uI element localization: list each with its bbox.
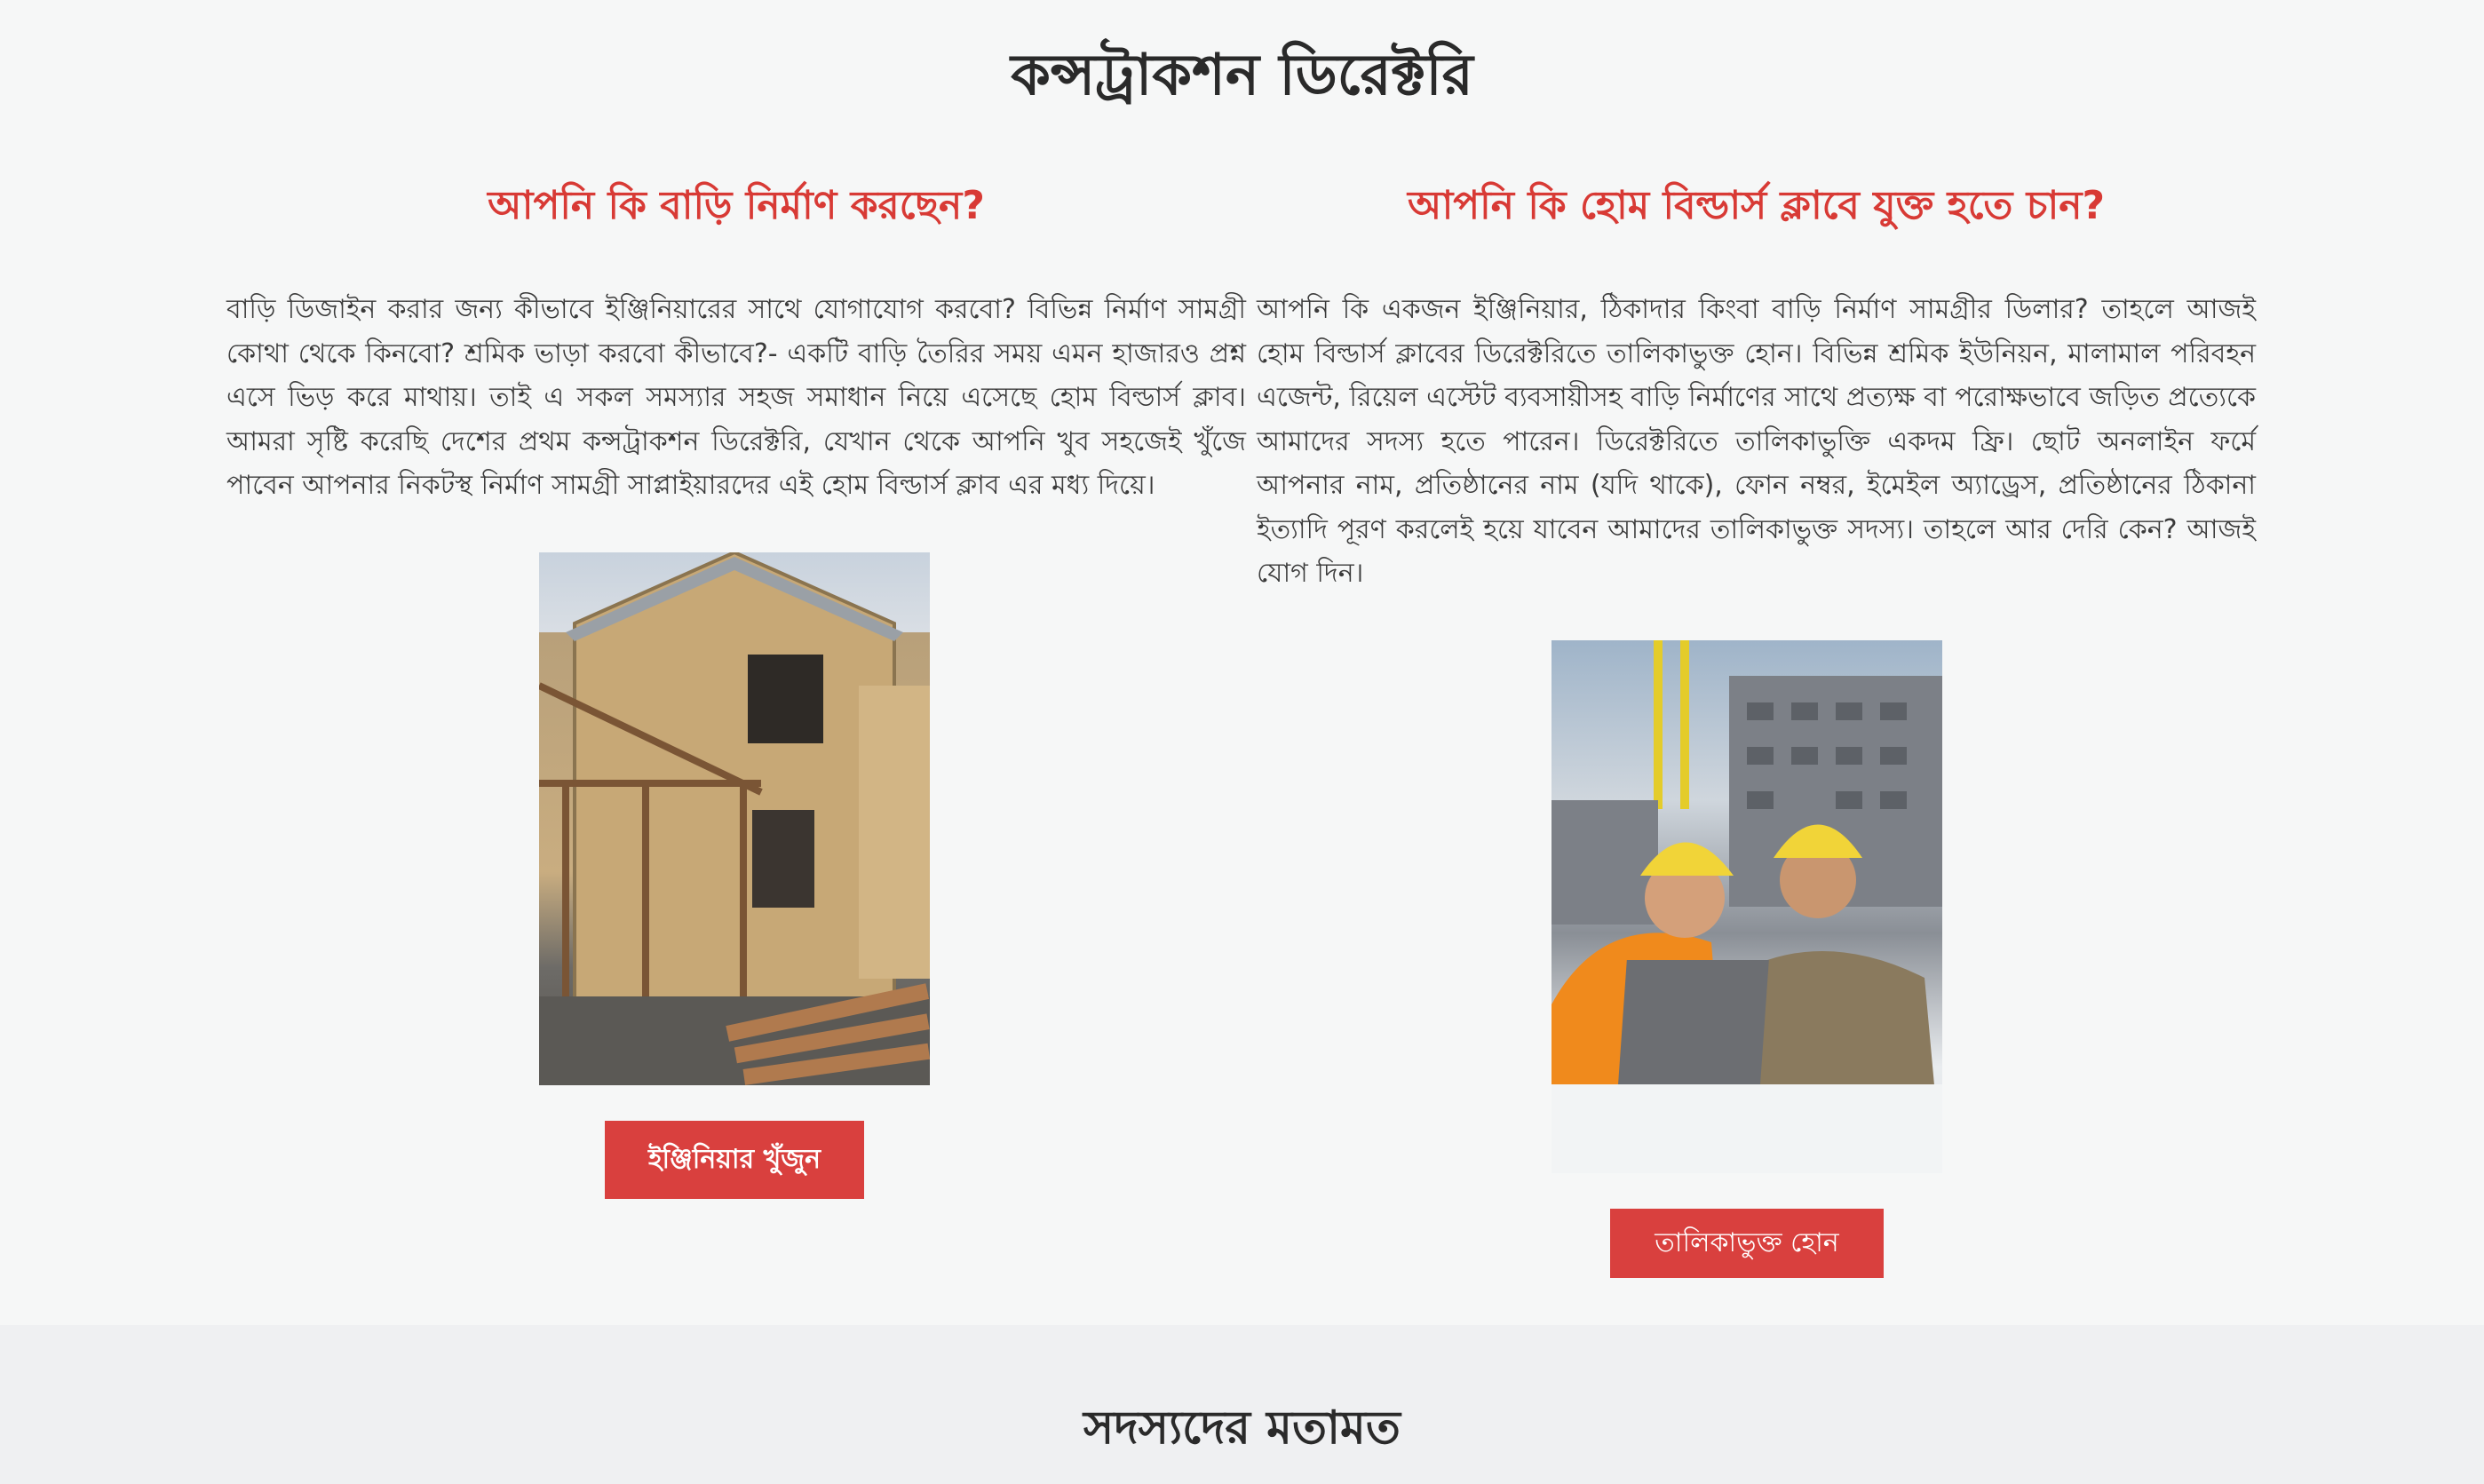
left-heading: আপনি কি বাড়ি নির্মাণ করছেন?: [488, 183, 985, 228]
left-column: আপনি কি বাড়ি নির্মাণ করছেন? বাড়ি ডিজাই…: [226, 173, 1246, 508]
left-body-text: বাড়ি ডিজাইন করার জন্য কীভাবে ইঞ্জিনিয়া…: [226, 294, 1246, 501]
right-column: আপনি কি হোম বিল্ডার্স ক্লাবে যুক্ত হতে চ…: [1257, 173, 2256, 596]
house-frame-illustration: [539, 552, 930, 1085]
find-engineer-button[interactable]: ইঞ্জিনিয়ার খুঁজুন: [605, 1121, 864, 1199]
right-body-text: আপনি কি একজন ইঞ্জিনিয়ার, ঠিকাদার কিংবা …: [1257, 294, 2256, 589]
get-listed-button[interactable]: তালিকাভুক্ত হোন: [1610, 1209, 1884, 1278]
testimonials-title: সদস্যদের মতামত: [1083, 1401, 1401, 1455]
engineers-photo: [1552, 640, 1942, 1173]
page-title: কন্সট্রাকশন ডিরেক্টরি: [1011, 43, 1473, 108]
right-heading: আপনি কি হোম বিল্ডার্স ক্লাবে যুক্ত হতে চ…: [1407, 183, 2106, 228]
engineers-illustration: [1552, 640, 1942, 1173]
house-construction-image: [539, 552, 930, 1085]
